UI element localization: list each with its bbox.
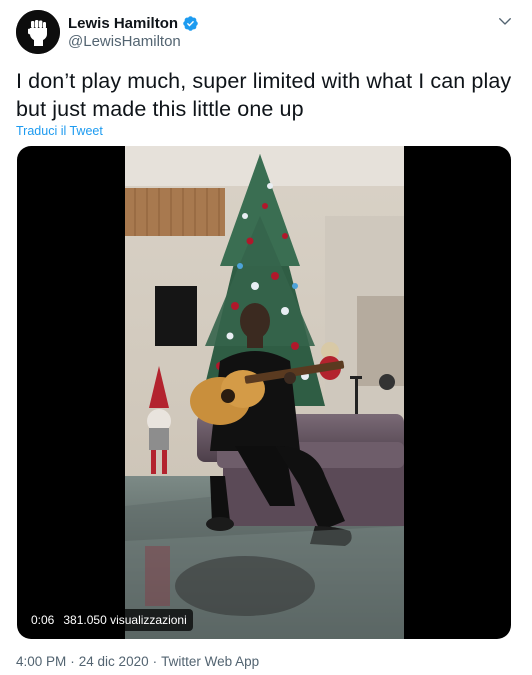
video-frame[interactable] [125,146,404,639]
author-block: Lewis Hamilton @LewisHamilton [68,13,199,51]
video-player[interactable]: 0:06 381.050 visualizzazioni [17,146,511,639]
tweet-text: I don’t play much, super limited with wh… [16,69,512,121]
video-thumbnail-image [125,146,404,639]
meta-separator: · [152,654,158,669]
tweet-time[interactable]: 4:00 PM [16,654,66,669]
video-info-badge: 0:06 381.050 visualizzazioni [25,609,193,631]
video-duration: 0:06 [31,613,55,627]
tweet-meta: 4:00 PM · 24 dic 2020 · Twitter Web App [16,654,259,669]
more-options-button[interactable] [496,12,514,30]
raised-fist-icon [16,10,60,54]
author-handle[interactable]: @LewisHamilton [68,33,199,51]
tweet-date[interactable]: 24 dic 2020 [79,654,149,669]
avatar[interactable] [16,10,60,54]
translate-tweet-link[interactable]: Traduci il Tweet [16,124,103,138]
author-name[interactable]: Lewis Hamilton [68,15,178,32]
name-row: Lewis Hamilton [68,13,199,33]
tweet-source[interactable]: Twitter Web App [161,654,259,669]
tweet-card: Lewis Hamilton @LewisHamilton I don’t pl… [0,0,532,675]
meta-separator: · [70,654,75,669]
verified-badge-icon [182,15,199,32]
video-views: 381.050 visualizzazioni [63,613,187,627]
chevron-down-icon [499,18,511,25]
